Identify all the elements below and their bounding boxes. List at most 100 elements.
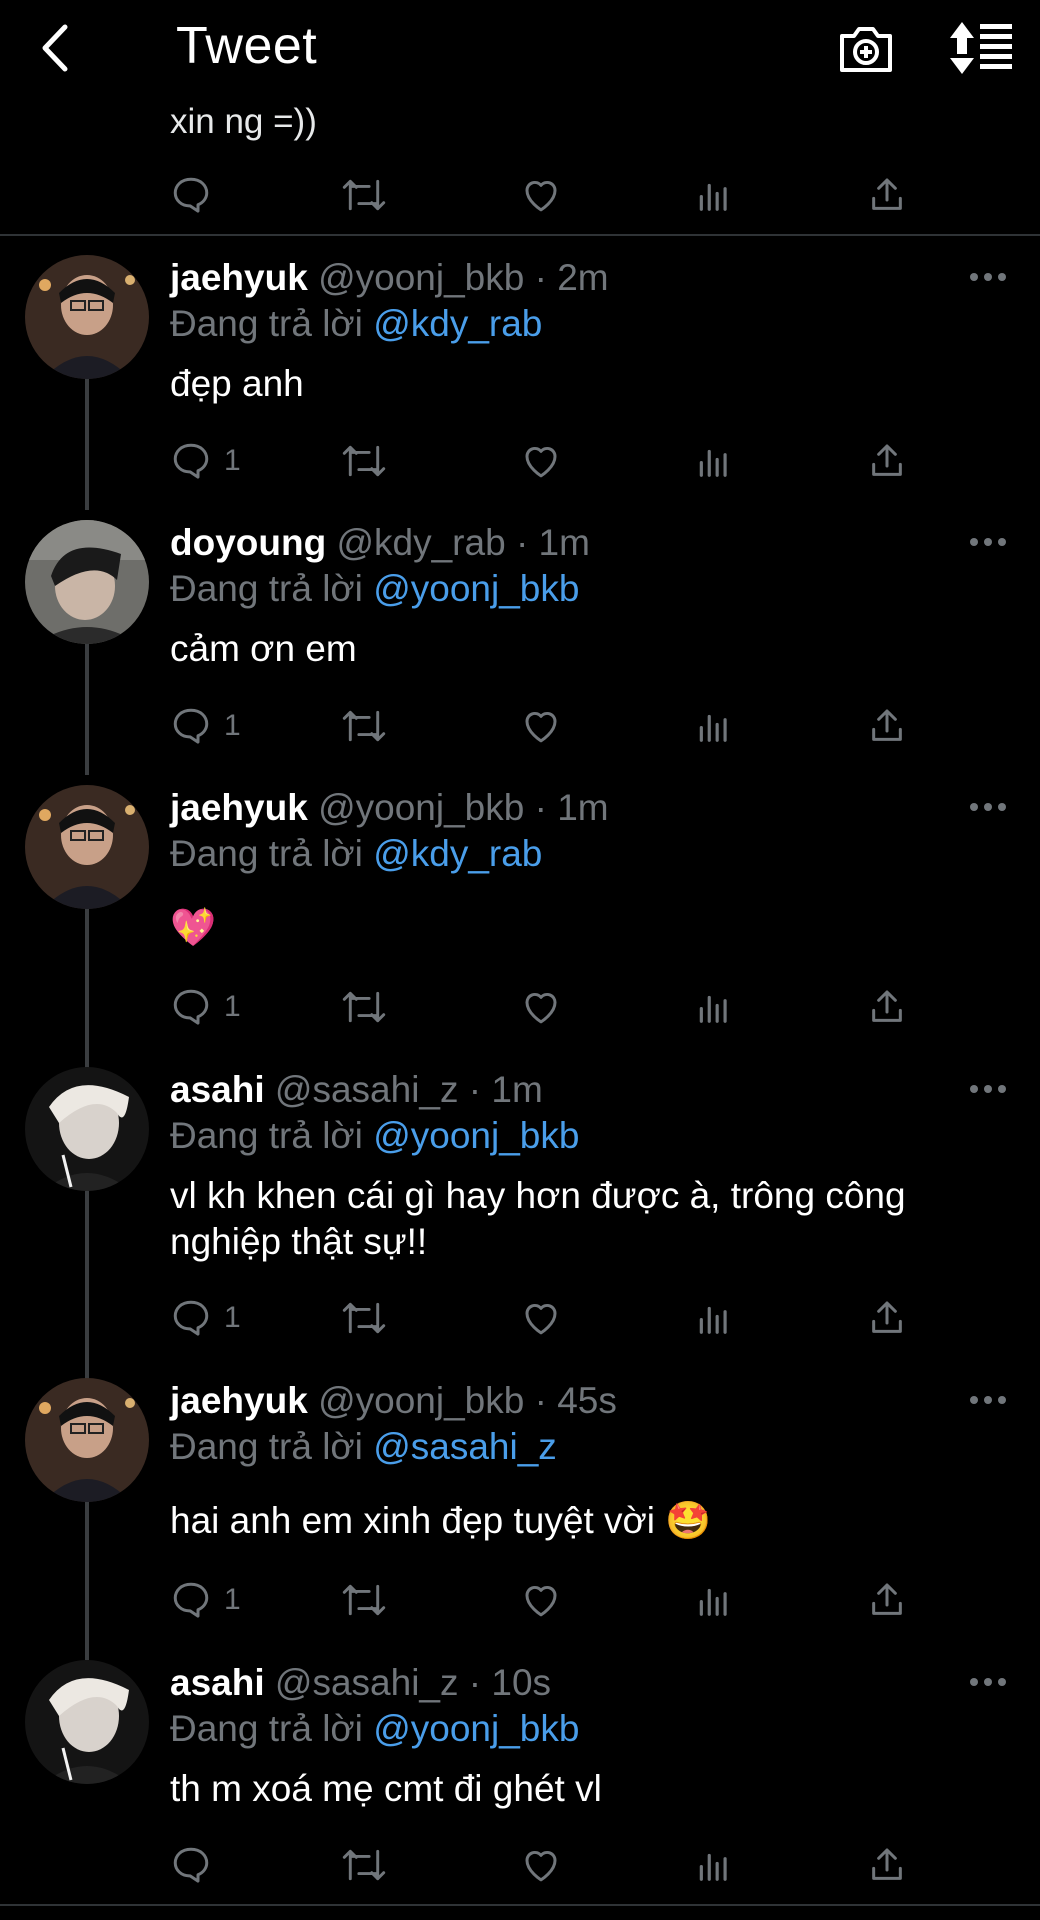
share-icon — [872, 1848, 902, 1880]
sort-replies-button[interactable] — [948, 20, 1014, 76]
like-button[interactable] — [520, 1293, 562, 1343]
reply-tweet[interactable]: asahi @sasahi_z · 10s Đang trả lời @yoon… — [0, 1660, 1040, 1910]
more-button[interactable] — [968, 1392, 1008, 1408]
avatar[interactable] — [25, 520, 149, 644]
views-button[interactable] — [695, 982, 733, 1032]
share-button[interactable] — [867, 436, 907, 486]
camera-button[interactable] — [836, 18, 896, 78]
reply-prefix: Đang trả lời — [170, 568, 363, 609]
more-button[interactable] — [968, 269, 1008, 285]
divider — [0, 234, 1040, 236]
like-button[interactable] — [520, 1840, 562, 1890]
mention-link[interactable]: @yoonj_bkb — [373, 1115, 579, 1156]
reply-prefix: Đang trả lời — [170, 833, 363, 874]
reply-prefix: Đang trả lời — [170, 1708, 363, 1749]
share-button[interactable] — [867, 1293, 907, 1343]
tweet-text: xin ng =)) — [170, 102, 317, 141]
mention-link[interactable]: @kdy_rab — [373, 833, 542, 874]
views-button[interactable] — [695, 1293, 733, 1343]
avatar[interactable] — [25, 1378, 149, 1502]
views-button[interactable] — [695, 1840, 733, 1890]
views-button[interactable] — [695, 701, 733, 751]
more-button[interactable] — [968, 799, 1008, 815]
avatar[interactable] — [25, 1067, 149, 1191]
share-button[interactable] — [867, 170, 907, 220]
retweet-button[interactable] — [340, 1293, 388, 1343]
retweet-button[interactable] — [340, 436, 388, 486]
share-icon — [872, 1583, 902, 1615]
analytics-icon — [699, 1306, 727, 1334]
analytics-icon — [699, 449, 727, 477]
handle-time: @sasahi_z · 1m — [274, 1069, 543, 1110]
share-icon — [872, 709, 902, 741]
reply-button[interactable]: 1 — [170, 701, 241, 751]
retweet-button[interactable] — [340, 1575, 388, 1625]
retweet-button[interactable] — [340, 170, 388, 220]
display-name[interactable]: doyoung — [170, 522, 326, 563]
reply-button[interactable]: 1 — [170, 1293, 241, 1343]
analytics-icon — [699, 995, 727, 1023]
share-button[interactable] — [867, 1575, 907, 1625]
more-dots-icon — [970, 538, 1006, 546]
like-button[interactable] — [520, 1575, 562, 1625]
mention-link[interactable]: @yoonj_bkb — [373, 568, 579, 609]
back-button[interactable] — [30, 20, 80, 76]
reply-tweet[interactable]: asahi @sasahi_z · 1m Đang trả lời @yoonj… — [0, 1067, 1040, 1378]
reply-button[interactable]: 1 — [170, 982, 241, 1032]
analytics-icon — [699, 1853, 727, 1881]
reply-icon — [173, 443, 209, 479]
display-name[interactable]: asahi — [170, 1069, 265, 1110]
retweet-button[interactable] — [340, 701, 388, 751]
handle-time: @kdy_rab · 1m — [336, 522, 590, 563]
tweet-actions: 1 — [170, 982, 910, 1032]
analytics-icon — [699, 714, 727, 742]
heart-icon — [525, 711, 557, 743]
share-button[interactable] — [867, 701, 907, 751]
views-button[interactable] — [695, 170, 733, 220]
retweet-button[interactable] — [340, 1840, 388, 1890]
reply-button[interactable] — [170, 1840, 212, 1890]
like-button[interactable] — [520, 982, 562, 1032]
avatar[interactable] — [25, 1660, 149, 1784]
reply-button[interactable]: 1 — [170, 1575, 241, 1625]
tweet-actions: 1 — [170, 1575, 910, 1625]
display-name[interactable]: jaehyuk — [170, 1380, 308, 1421]
divider — [0, 1904, 1040, 1906]
views-button[interactable] — [695, 436, 733, 486]
more-dots-icon — [970, 1678, 1006, 1686]
reply-tweet[interactable]: doyoung @kdy_rab · 1m Đang trả lời @yoon… — [0, 520, 1040, 785]
display-name[interactable]: jaehyuk — [170, 257, 308, 298]
like-button[interactable] — [520, 170, 562, 220]
more-button[interactable] — [968, 1674, 1008, 1690]
reply-tweet[interactable]: jaehyuk @yoonj_bkb · 2m Đang trả lời @kd… — [0, 255, 1040, 520]
mention-link[interactable]: @kdy_rab — [373, 303, 542, 344]
display-name[interactable]: asahi — [170, 1662, 265, 1703]
more-button[interactable] — [968, 534, 1008, 550]
reply-button[interactable]: 1 — [170, 436, 241, 486]
reply-tweet[interactable]: jaehyuk @yoonj_bkb · 45s Đang trả lời @s… — [0, 1378, 1040, 1660]
avatar[interactable] — [25, 785, 149, 909]
reply-tweet[interactable]: jaehyuk @yoonj_bkb · 1m Đang trả lời @kd… — [0, 785, 1040, 1067]
mention-link[interactable]: @yoonj_bkb — [373, 1708, 579, 1749]
reply-prefix: Đang trả lời — [170, 303, 363, 344]
reply-prefix: Đang trả lời — [170, 1426, 363, 1467]
views-button[interactable] — [695, 1575, 733, 1625]
avatar[interactable] — [25, 255, 149, 379]
share-button[interactable] — [867, 982, 907, 1032]
retweet-button[interactable] — [340, 982, 388, 1032]
reply-button[interactable] — [170, 170, 212, 220]
replying-to: Đang trả lời @kdy_rab — [170, 831, 542, 877]
like-button[interactable] — [520, 701, 562, 751]
more-button[interactable] — [968, 1081, 1008, 1097]
retweet-icon — [342, 991, 386, 1023]
mention-link[interactable]: @sasahi_z — [373, 1426, 557, 1467]
share-icon — [872, 1301, 902, 1333]
share-icon — [872, 990, 902, 1022]
display-name[interactable]: jaehyuk — [170, 787, 308, 828]
tweet-header: asahi @sasahi_z · 1m — [170, 1067, 543, 1113]
like-button[interactable] — [520, 436, 562, 486]
handle-time: @yoonj_bkb · 2m — [318, 257, 609, 298]
analytics-icon — [699, 1588, 727, 1616]
tweet-text: đẹp anh — [170, 363, 304, 404]
share-button[interactable] — [867, 1840, 907, 1890]
